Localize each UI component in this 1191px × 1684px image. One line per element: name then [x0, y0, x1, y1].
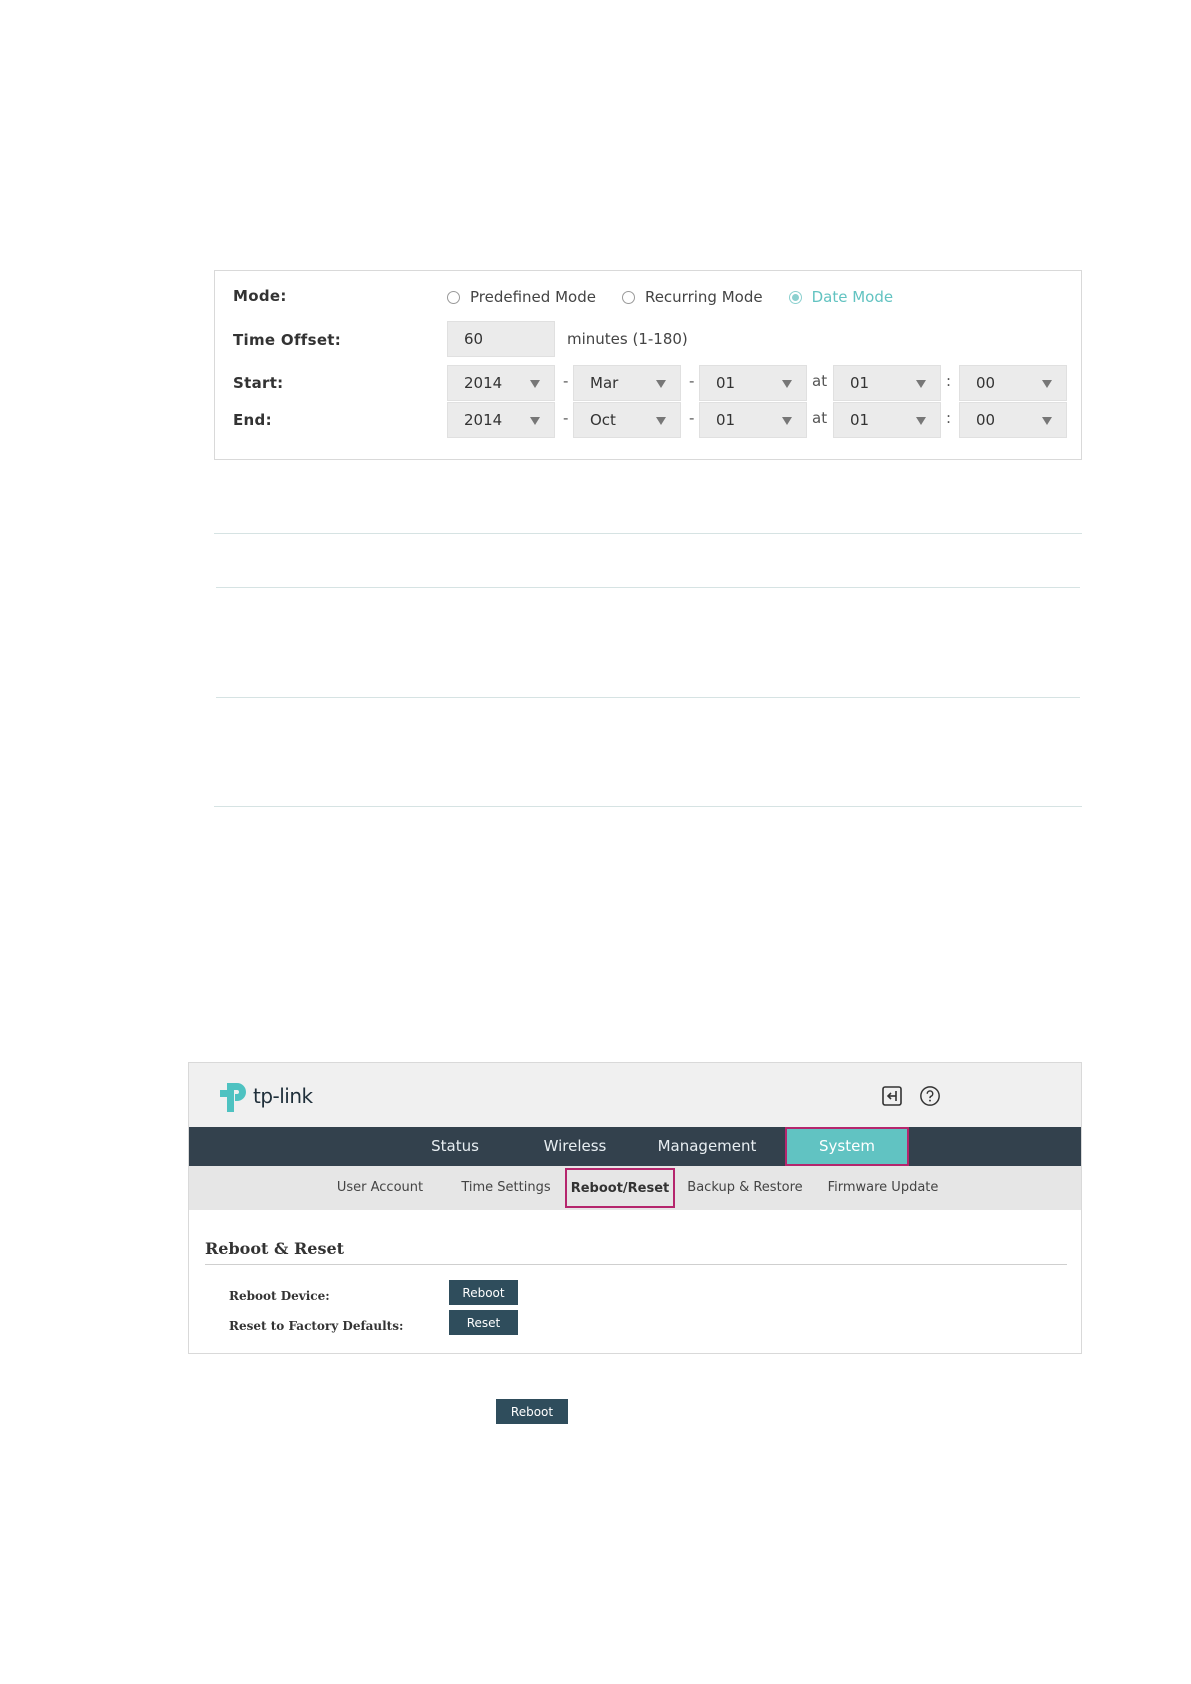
end-hour-select[interactable]: 01	[833, 402, 941, 438]
radio-checked-icon[interactable]	[788, 290, 802, 304]
start-year-select[interactable]: 2014	[447, 365, 555, 401]
select-value: Mar	[590, 374, 619, 392]
section-divider	[205, 1264, 1067, 1265]
end-day-select[interactable]: 01	[699, 402, 807, 438]
tp-link-logo-icon	[220, 1083, 246, 1112]
table-divider	[216, 587, 1080, 588]
tab-firmware-update[interactable]: Firmware Update	[823, 1166, 943, 1210]
select-value: 00	[976, 411, 996, 429]
section-title: Reboot & Reset	[205, 1239, 345, 1258]
radio-label: Date Mode	[811, 288, 894, 306]
select-value: 01	[716, 374, 736, 392]
radio-recurring-mode[interactable]: Recurring Mode	[621, 288, 763, 306]
date-separator: -	[563, 409, 569, 427]
reboot-button[interactable]: Reboot	[449, 1280, 518, 1305]
time-colon: :	[946, 409, 952, 427]
nav-system[interactable]: System	[785, 1127, 909, 1166]
end-month-select[interactable]: Oct	[573, 402, 681, 438]
time-offset-label: Time Offset:	[233, 331, 342, 349]
dropdown-arrow-icon	[530, 417, 540, 425]
time-offset-hint: minutes (1-180)	[567, 330, 688, 348]
date-separator: -	[563, 372, 569, 390]
table-divider	[214, 533, 1082, 534]
start-minute-select[interactable]: 00	[959, 365, 1067, 401]
dropdown-arrow-icon	[916, 417, 926, 425]
start-day-select[interactable]: 01	[699, 365, 807, 401]
mode-label: Mode:	[233, 287, 287, 305]
dropdown-arrow-icon	[1042, 417, 1052, 425]
select-value: 2014	[464, 411, 503, 429]
radio-label: Recurring Mode	[644, 288, 763, 306]
end-year-select[interactable]: 2014	[447, 402, 555, 438]
start-month-select[interactable]: Mar	[573, 365, 681, 401]
table-divider	[216, 697, 1080, 698]
end-minute-select[interactable]: 00	[959, 402, 1067, 438]
brand-text: tp-link	[253, 1084, 313, 1108]
select-value: 01	[850, 374, 870, 392]
mode-radio-group: Predefined Mode Recurring Mode Date Mode	[447, 285, 919, 309]
end-label: End:	[233, 411, 272, 429]
dropdown-arrow-icon	[656, 380, 666, 388]
radio-circle-icon[interactable]	[621, 290, 635, 304]
at-label: at	[812, 409, 828, 427]
time-colon: :	[946, 372, 952, 390]
main-nav: Status Wireless Management System	[189, 1127, 1081, 1166]
router-web-ui: tp-link Status Wireless Management Syste…	[188, 1062, 1082, 1354]
select-value: 00	[976, 374, 996, 392]
select-value: 01	[716, 411, 736, 429]
radio-label: Predefined Mode	[470, 288, 596, 306]
tab-reboot-reset[interactable]: Reboot/Reset	[565, 1168, 675, 1208]
select-value: 01	[850, 411, 870, 429]
date-separator: -	[689, 409, 695, 427]
radio-circle-icon[interactable]	[447, 290, 460, 304]
start-label: Start:	[233, 374, 284, 392]
tab-backup-restore[interactable]: Backup & Restore	[683, 1166, 807, 1210]
nav-wireless[interactable]: Wireless	[527, 1127, 623, 1166]
tp-link-logo: tp-link	[213, 1077, 313, 1115]
select-value: Oct	[590, 411, 616, 429]
dropdown-arrow-icon	[530, 380, 540, 388]
dropdown-arrow-icon	[1042, 380, 1052, 388]
dropdown-arrow-icon	[782, 380, 792, 388]
logout-icon[interactable]	[881, 1085, 903, 1107]
help-icon[interactable]	[919, 1085, 941, 1107]
time-offset-input[interactable]: 60	[447, 321, 555, 357]
dropdown-arrow-icon	[656, 417, 666, 425]
reset-factory-label: Reset to Factory Defaults:	[229, 1319, 404, 1333]
start-hour-select[interactable]: 01	[833, 365, 941, 401]
radio-predefined-mode[interactable]: Predefined Mode	[447, 288, 596, 306]
reboot-button-inline[interactable]: Reboot	[496, 1399, 568, 1424]
dropdown-arrow-icon	[782, 417, 792, 425]
date-separator: -	[689, 372, 695, 390]
reset-button[interactable]: Reset	[449, 1310, 518, 1335]
radio-date-mode[interactable]: Date Mode	[788, 288, 894, 306]
at-label: at	[812, 372, 828, 390]
nav-management[interactable]: Management	[645, 1127, 769, 1166]
tab-time-settings[interactable]: Time Settings	[451, 1166, 561, 1210]
table-divider	[214, 806, 1082, 807]
sub-nav: User Account Time Settings Reboot/Reset …	[189, 1166, 1081, 1210]
reboot-device-label: Reboot Device:	[229, 1289, 330, 1303]
tab-user-account[interactable]: User Account	[327, 1166, 433, 1210]
app-header: tp-link	[189, 1063, 1081, 1127]
nav-status[interactable]: Status	[407, 1127, 503, 1166]
dropdown-arrow-icon	[916, 380, 926, 388]
select-value: 2014	[464, 374, 503, 392]
dst-settings-panel: Mode: Predefined Mode Recurring Mode Dat…	[214, 270, 1082, 460]
